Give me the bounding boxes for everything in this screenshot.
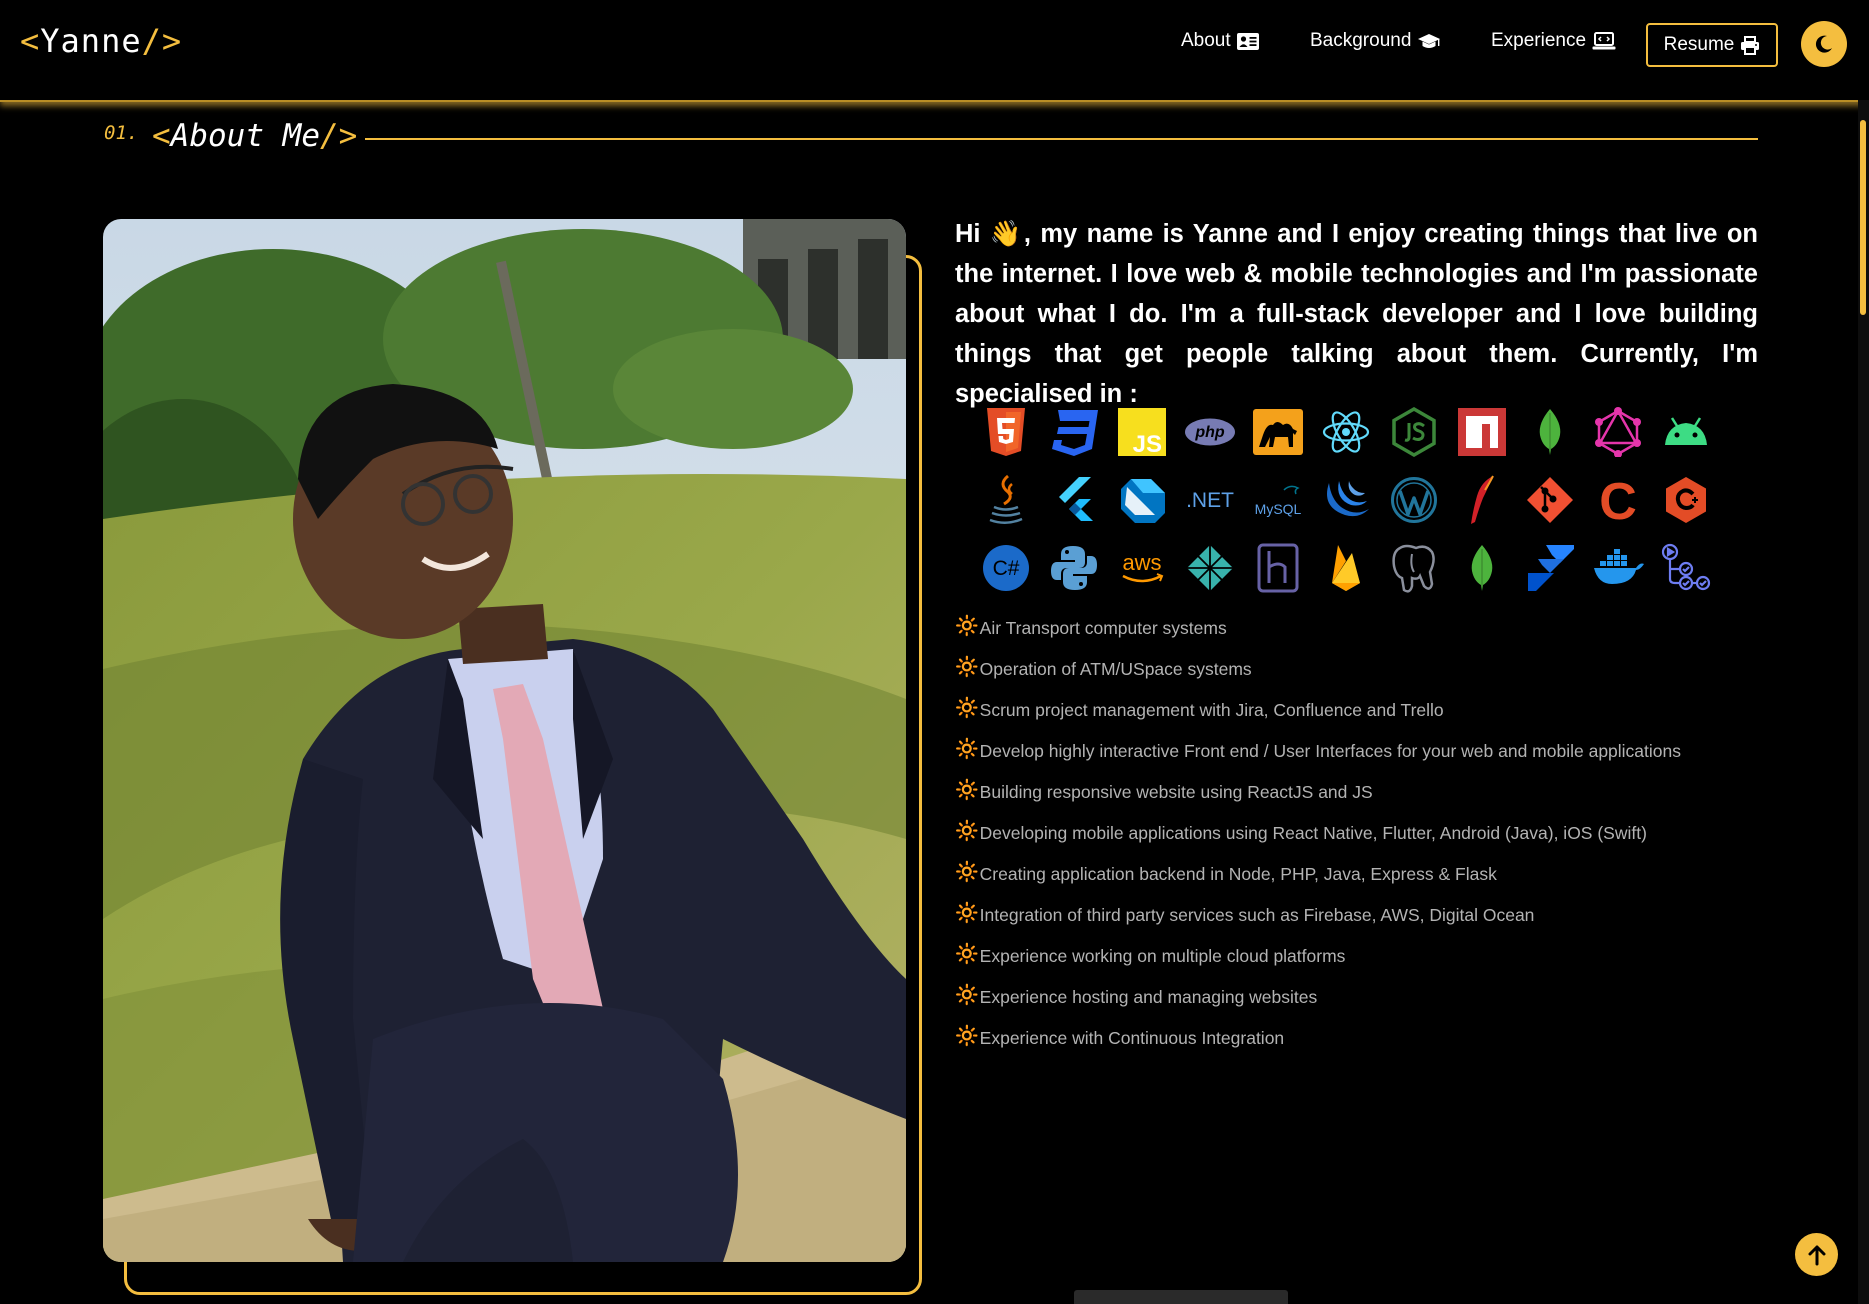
sun-icon: 🔆 bbox=[955, 698, 979, 719]
cplusplus-icon bbox=[1652, 466, 1720, 534]
c-icon: C bbox=[1584, 466, 1652, 534]
page-scrollbar-thumb[interactable] bbox=[1860, 120, 1866, 315]
svg-text:C#: C# bbox=[993, 557, 1020, 580]
css3-icon bbox=[1040, 398, 1108, 466]
git-icon bbox=[1516, 466, 1584, 534]
flutter-icon bbox=[1040, 466, 1108, 534]
site-logo[interactable]: <Yanne/> bbox=[20, 22, 182, 60]
moon-icon bbox=[1815, 35, 1832, 53]
firebase-icon bbox=[1312, 534, 1380, 602]
profile-photo bbox=[103, 219, 906, 1262]
logo-name: Yanne bbox=[40, 22, 142, 60]
graphql-icon bbox=[1584, 398, 1652, 466]
list-item: 🔆 Integration of third party services suc… bbox=[955, 903, 1535, 926]
nodejs-icon bbox=[1380, 398, 1448, 466]
list-item: 🔆 Building responsive website using React… bbox=[955, 780, 1373, 803]
svg-text:C: C bbox=[1599, 475, 1637, 525]
nav-about-label: About bbox=[1181, 30, 1231, 51]
react-icon bbox=[1312, 398, 1380, 466]
list-item: 🔆 Air Transport computer systems bbox=[955, 616, 1227, 639]
docker-icon bbox=[1584, 534, 1652, 602]
nav-background-label: Background bbox=[1310, 30, 1412, 51]
php-icon: php bbox=[1176, 398, 1244, 466]
list-item: 🔆 Experience hosting and managing website… bbox=[955, 985, 1318, 1008]
sun-icon: 🔆 bbox=[955, 985, 979, 1006]
nav-about[interactable]: About bbox=[1181, 30, 1259, 52]
printer-icon bbox=[1741, 35, 1760, 55]
list-item: 🔆 Experience working on multiple cloud pl… bbox=[955, 944, 1346, 967]
mongodb-icon bbox=[1448, 534, 1516, 602]
perl-icon bbox=[1244, 398, 1312, 466]
heroku-icon bbox=[1244, 534, 1312, 602]
laptop-code-icon bbox=[1592, 31, 1616, 49]
python-icon bbox=[1040, 534, 1108, 602]
horizontal-scrollbar[interactable] bbox=[1074, 1290, 1288, 1304]
resume-label: Resume bbox=[1663, 34, 1735, 55]
arrow-up-icon bbox=[1808, 1245, 1825, 1265]
section-number: 01. bbox=[104, 122, 139, 144]
sun-icon: 🔆 bbox=[955, 616, 979, 637]
section-title: <About Me/> bbox=[152, 118, 358, 154]
resume-button[interactable]: Resume bbox=[1646, 23, 1778, 67]
list-item: 🔆 Experience with Continuous Integration bbox=[955, 1026, 1285, 1049]
sun-icon: 🔆 bbox=[955, 862, 979, 883]
top-navbar: <Yanne/> About Background Experience Res… bbox=[0, 0, 1869, 102]
github-actions-icon bbox=[1652, 534, 1720, 602]
id-card-icon bbox=[1236, 32, 1259, 50]
svg-text:JS: JS bbox=[1133, 431, 1162, 456]
tech-stack-grid: JS php .NET MySQL C C# aws bbox=[972, 398, 1732, 602]
sun-icon: 🔆 bbox=[955, 821, 979, 842]
jira-icon bbox=[1516, 534, 1584, 602]
dart-icon bbox=[1108, 466, 1176, 534]
nav-background[interactable]: Background bbox=[1310, 30, 1441, 52]
android-icon bbox=[1652, 398, 1720, 466]
theme-toggle-button[interactable] bbox=[1801, 21, 1847, 67]
sun-icon: 🔆 bbox=[955, 1026, 979, 1047]
mongodb-icon bbox=[1516, 398, 1584, 466]
sun-icon: 🔆 bbox=[955, 903, 979, 924]
skills-list: 🔆 Air Transport computer systems 🔆 Operati… bbox=[955, 616, 1682, 1069]
sun-icon: 🔆 bbox=[955, 944, 979, 965]
list-item: 🔆 Develop highly interactive Front end / … bbox=[955, 739, 1682, 762]
list-item: 🔆 Operation of ATM/USpace systems bbox=[955, 657, 1252, 680]
mysql-icon: MySQL bbox=[1244, 466, 1312, 534]
svg-text:aws: aws bbox=[1122, 550, 1161, 575]
wordpress-icon bbox=[1380, 466, 1448, 534]
graduation-cap-icon bbox=[1418, 33, 1441, 48]
apache-icon bbox=[1448, 466, 1516, 534]
list-item: 🔆 Developing mobile applications using Re… bbox=[955, 821, 1647, 844]
svg-text:php: php bbox=[1194, 424, 1225, 441]
nav-experience[interactable]: Experience bbox=[1491, 30, 1616, 52]
netlify-icon bbox=[1176, 534, 1244, 602]
javascript-icon: JS bbox=[1108, 398, 1176, 466]
sun-icon: 🔆 bbox=[955, 657, 979, 678]
postgresql-icon bbox=[1380, 534, 1448, 602]
aws-icon: aws bbox=[1108, 534, 1176, 602]
section-divider bbox=[365, 138, 1758, 140]
svg-text:.NET: .NET bbox=[1186, 489, 1234, 512]
html5-icon bbox=[972, 398, 1040, 466]
csharp-icon: C# bbox=[972, 534, 1040, 602]
intro-paragraph: Hi 👋, my name is Yanne and I enjoy creat… bbox=[955, 220, 1758, 408]
svg-text:MySQL: MySQL bbox=[1255, 501, 1302, 517]
nav-experience-label: Experience bbox=[1491, 30, 1587, 51]
list-item: 🔆 Scrum project management with Jira, Con… bbox=[955, 698, 1444, 721]
npm-icon bbox=[1448, 398, 1516, 466]
java-icon bbox=[972, 466, 1040, 534]
sun-icon: 🔆 bbox=[955, 739, 979, 760]
profile-photo-illustration bbox=[103, 219, 906, 1262]
section-title-text: About Me bbox=[170, 118, 320, 154]
back-to-top-button[interactable] bbox=[1795, 1233, 1838, 1276]
sun-icon: 🔆 bbox=[955, 780, 979, 801]
list-item: 🔆 Creating application backend in Node, P… bbox=[955, 862, 1497, 885]
jquery-icon bbox=[1312, 466, 1380, 534]
dotnet-icon: .NET bbox=[1176, 466, 1244, 534]
